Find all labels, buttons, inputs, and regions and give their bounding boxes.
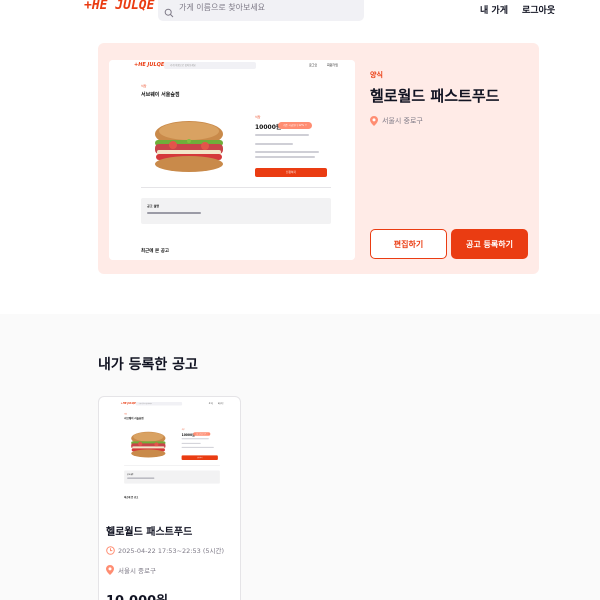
preview-category: 식당 [141,84,147,88]
preview-price-label: 식당 [181,428,185,431]
preview-search: 가게 이름으로 찾아보세요 [164,62,256,69]
preview-card: 식당 10000원 기존 시급보다 12% ↑ 신청하기 [124,424,220,466]
post-shop-name: 헬로월드 패스트푸드 [106,527,193,538]
location-pin-icon [106,565,114,575]
location-pin-icon [370,116,378,126]
preview-nav-signup: 회원가입 [327,63,339,67]
preview-description-box: 공고 설명 [141,198,331,224]
search-icon [164,3,174,17]
post-address: 서울시 중로구 [106,565,156,575]
preview-line [181,438,209,440]
register-post-button[interactable]: 공고 등록하기 [451,229,528,259]
my-posts-section: 내가 등록한 공고 +HE JULQE 가게 이름으로 찾아보세요 로그인 회원… [0,314,600,600]
preview-recent: 최근에 본 공고 [124,496,139,499]
posts-section-title: 내가 등록한 공고 [98,357,198,373]
preview-line [255,156,315,158]
sandwich-image [155,121,223,172]
preview-nav-signup: 회원가입 [217,402,224,405]
post-time: 2025-04-22 17:53~22:53 (5시간) [106,545,224,555]
preview-category: 식당 [124,413,127,416]
preview-recent: 최근에 본 공고 [141,249,169,254]
preview-box-line [127,477,155,479]
shop-category: 양식 [370,71,383,79]
preview-price-label: 식당 [255,115,261,119]
sandwich-image [131,431,166,458]
preview-box-line [147,212,201,214]
preview-line [255,134,309,136]
logo[interactable]: +HE JULQE [84,0,154,13]
shop-address-text: 서울시 중로구 [382,117,423,125]
preview-line [255,143,293,145]
edit-shop-button[interactable]: 편집하기 [370,229,447,259]
preview-search: 가게 이름으로 찾아보세요 [135,402,183,406]
shop-image: +HE JULQE 가게 이름으로 찾아보세요 로그인 회원가입 식당 서브웨이… [109,60,355,260]
preview-box-title: 공고 설명 [147,204,160,208]
nav-logout[interactable]: 로그아웃 [522,3,555,16]
post-price: 10,000원 [106,590,168,600]
preview-line [181,442,201,444]
preview-badge: 기존 시급보다 12% ↑ [278,122,312,129]
preview-line [181,446,214,448]
preview-badge: 기존 시급보다 12% ↑ [193,432,211,436]
shop-name: 헬로월드 패스트푸드 [370,87,500,105]
search-bar[interactable] [158,0,364,21]
my-shop-banner: +HE JULQE 가게 이름으로 찾아보세요 로그인 회원가입 식당 서브웨이… [98,43,539,274]
preview-card: 식당 10000원 기존 시급보다 12% ↑ 신청하기 [141,106,331,188]
preview-title: 서브웨이 서울숲점 [124,417,144,421]
preview-title: 서브웨이 서울숲점 [141,92,180,98]
post-time-text: 2025-04-22 17:53~22:53 (5시간) [118,547,224,555]
post-card[interactable]: +HE JULQE 가게 이름으로 찾아보세요 로그인 회원가입 식당 서브웨이… [98,396,241,600]
preview-description-box: 공고 설명 [124,470,220,484]
nav-my-store[interactable]: 내 가게 [480,3,508,16]
top-navbar: +HE JULQE 내 가게 로그아웃 [0,0,600,28]
preview-nav-login: 로그인 [309,63,318,67]
post-thumbnail: +HE JULQE 가게 이름으로 찾아보세요 로그인 회원가입 식당 서브웨이… [108,401,232,501]
clock-icon [106,545,115,555]
search-input[interactable] [179,3,359,12]
shop-address: 서울시 중로구 [370,116,423,126]
post-address-text: 서울시 중로구 [118,567,156,575]
preview-logo: +HE JULQE [120,402,136,406]
preview-apply-button: 신청하기 [255,168,327,177]
preview-apply-button: 신청하기 [181,455,218,460]
preview-box-title: 공고 설명 [127,473,134,476]
preview-nav-login: 로그인 [208,402,213,405]
post-thumbnail-preview: +HE JULQE 가게 이름으로 찾아보세요 로그인 회원가입 식당 서브웨이… [108,401,232,501]
shop-image-preview: +HE JULQE 가게 이름으로 찾아보세요 로그인 회원가입 식당 서브웨이… [109,60,355,260]
preview-line [255,151,319,153]
preview-logo: +HE JULQE [134,62,165,68]
